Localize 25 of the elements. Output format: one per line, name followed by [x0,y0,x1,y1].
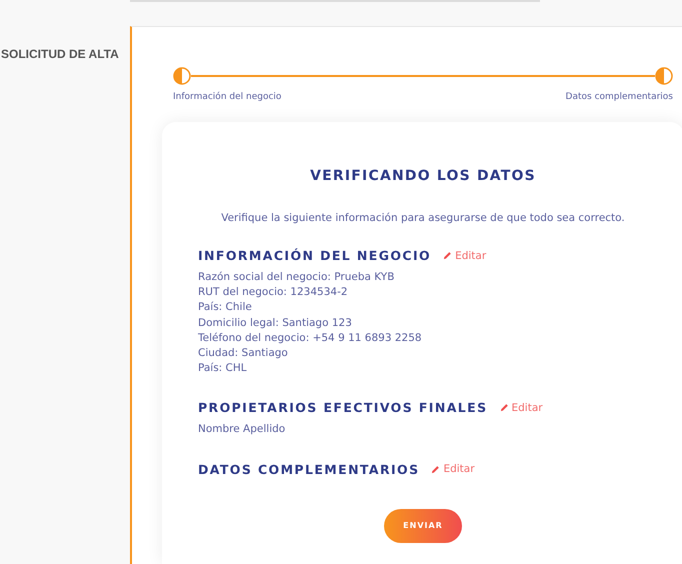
info-line: País: CHL [198,361,248,376]
info-line: Teléfono del negocio: +54 9 11 6893 2258 [198,330,423,346]
edit-link[interactable]: Editar [500,402,543,414]
section-heading: PROPIETARIOS EFECTIVOS FINALES [198,400,488,416]
step-marker-icon [655,67,673,85]
info-line: Domicilio legal: Santiago 123 [198,316,353,331]
pencil-icon [431,464,440,474]
info-line: Ciudad: Santiago [198,346,289,362]
step-label: Datos complementarios [566,92,673,102]
card-title: VERIFICANDO LOS DATOS [309,168,537,184]
card-subtitle: Verifique la siguiente información para asegurarse de que todo sea correcto. [220,212,626,224]
pencil-icon [443,251,452,260]
edit-link[interactable]: Editar [431,463,475,476]
info-line: Nombre Apellido [198,422,286,438]
step-label: Información del negocio [173,92,282,102]
section-heading: INFORMACIÓN DEL NEGOCIO [198,248,432,263]
edit-link[interactable]: Editar [443,250,486,262]
section-heading: DATOS COMPLEMENTARIOS [198,462,420,477]
info-line: RUT del negocio: 1234534-2 [198,285,349,300]
send-button[interactable]: ENVIAR [384,508,462,543]
info-line: Razón social del negocio: Prueba KYB [198,270,396,285]
info-line: País: Chile [198,300,253,316]
pencil-icon [500,403,508,412]
step-marker-icon [173,67,191,85]
page-title: SOLICITUD DE ALTA [0,47,120,61]
